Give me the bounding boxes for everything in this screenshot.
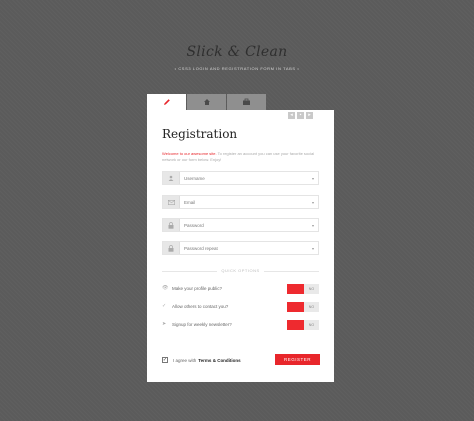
username-input[interactable] [180, 173, 312, 183]
mail-icon [163, 196, 180, 208]
check-icon: ✓ [162, 303, 167, 309]
option-allow-contact: ✓ Allow others to contact you? NO [162, 302, 319, 312]
tab-briefcase[interactable] [227, 94, 266, 110]
option-label: Signup for weekly newsletter? [172, 322, 232, 327]
welcome-accent: Welcome to our awesome site. [162, 151, 217, 156]
caret-icon: ▾ [311, 245, 314, 251]
form-title: Registration [162, 127, 238, 141]
pencil-icon [163, 99, 170, 105]
tab-register[interactable] [147, 94, 186, 110]
terms-checkbox[interactable]: ✓ [162, 357, 168, 363]
welcome-text: Welcome to our awesome site. To register… [162, 151, 317, 163]
terms-link[interactable]: Terms & Conditions [198, 358, 240, 363]
email-field: ▾ [162, 195, 319, 209]
send-icon: ➤ [162, 321, 167, 327]
option-public-profile: 👁 Make your profile public? NO [162, 284, 319, 294]
password-repeat-input[interactable] [180, 243, 312, 253]
toggle-newsletter[interactable]: NO [287, 320, 319, 330]
quick-options-label: QUICK OPTIONS [217, 268, 264, 273]
option-label: Make your profile public? [172, 286, 223, 291]
username-field: ▾ [162, 171, 319, 185]
quick-options-divider: QUICK OPTIONS [162, 267, 319, 275]
caret-icon: ▾ [311, 175, 314, 181]
prev-button[interactable]: ◂ [288, 112, 295, 119]
email-input[interactable] [180, 197, 312, 207]
home-icon [203, 99, 210, 105]
next-button[interactable]: ▸ [306, 112, 313, 119]
register-button[interactable]: REGISTER [275, 354, 320, 365]
terms-agreement: ✓ I agree with Terms & Conditions [162, 356, 241, 364]
tab-home[interactable] [187, 94, 226, 110]
registration-card: Registration Welcome to our awesome site… [147, 110, 334, 382]
form-tabs [147, 94, 267, 110]
toggle-public-profile[interactable]: NO [287, 284, 319, 294]
toggle-allow-contact[interactable]: NO [287, 302, 319, 312]
check-icon: ✓ [162, 356, 168, 363]
pause-button[interactable]: ▪ [297, 112, 304, 119]
briefcase-icon [243, 98, 250, 105]
toggle-off-label: NO [304, 320, 319, 330]
caret-icon: ▾ [311, 222, 314, 228]
hero-title: Slick & Clean [186, 44, 288, 60]
password-input[interactable] [180, 220, 312, 230]
hero-subtitle: • CSS3 LOGIN AND REGISTRATION FORM IN TA… [174, 66, 300, 71]
toggle-off-label: NO [304, 284, 319, 294]
password-repeat-field: ▾ [162, 241, 319, 255]
agree-text: I agree with [173, 357, 197, 363]
eye-icon: 👁 [162, 285, 169, 291]
pager-controls: ◂ ▪ ▸ [288, 112, 313, 119]
password-field: ▾ [162, 218, 319, 232]
toggle-off-label: NO [304, 302, 319, 312]
caret-icon: ▾ [311, 199, 314, 205]
user-icon [163, 172, 180, 184]
option-newsletter: ➤ Signup for weekly newsletter? NO [162, 320, 319, 330]
lock-icon [163, 219, 180, 231]
lock-icon [163, 242, 180, 254]
option-label: Allow others to contact you? [172, 304, 229, 309]
